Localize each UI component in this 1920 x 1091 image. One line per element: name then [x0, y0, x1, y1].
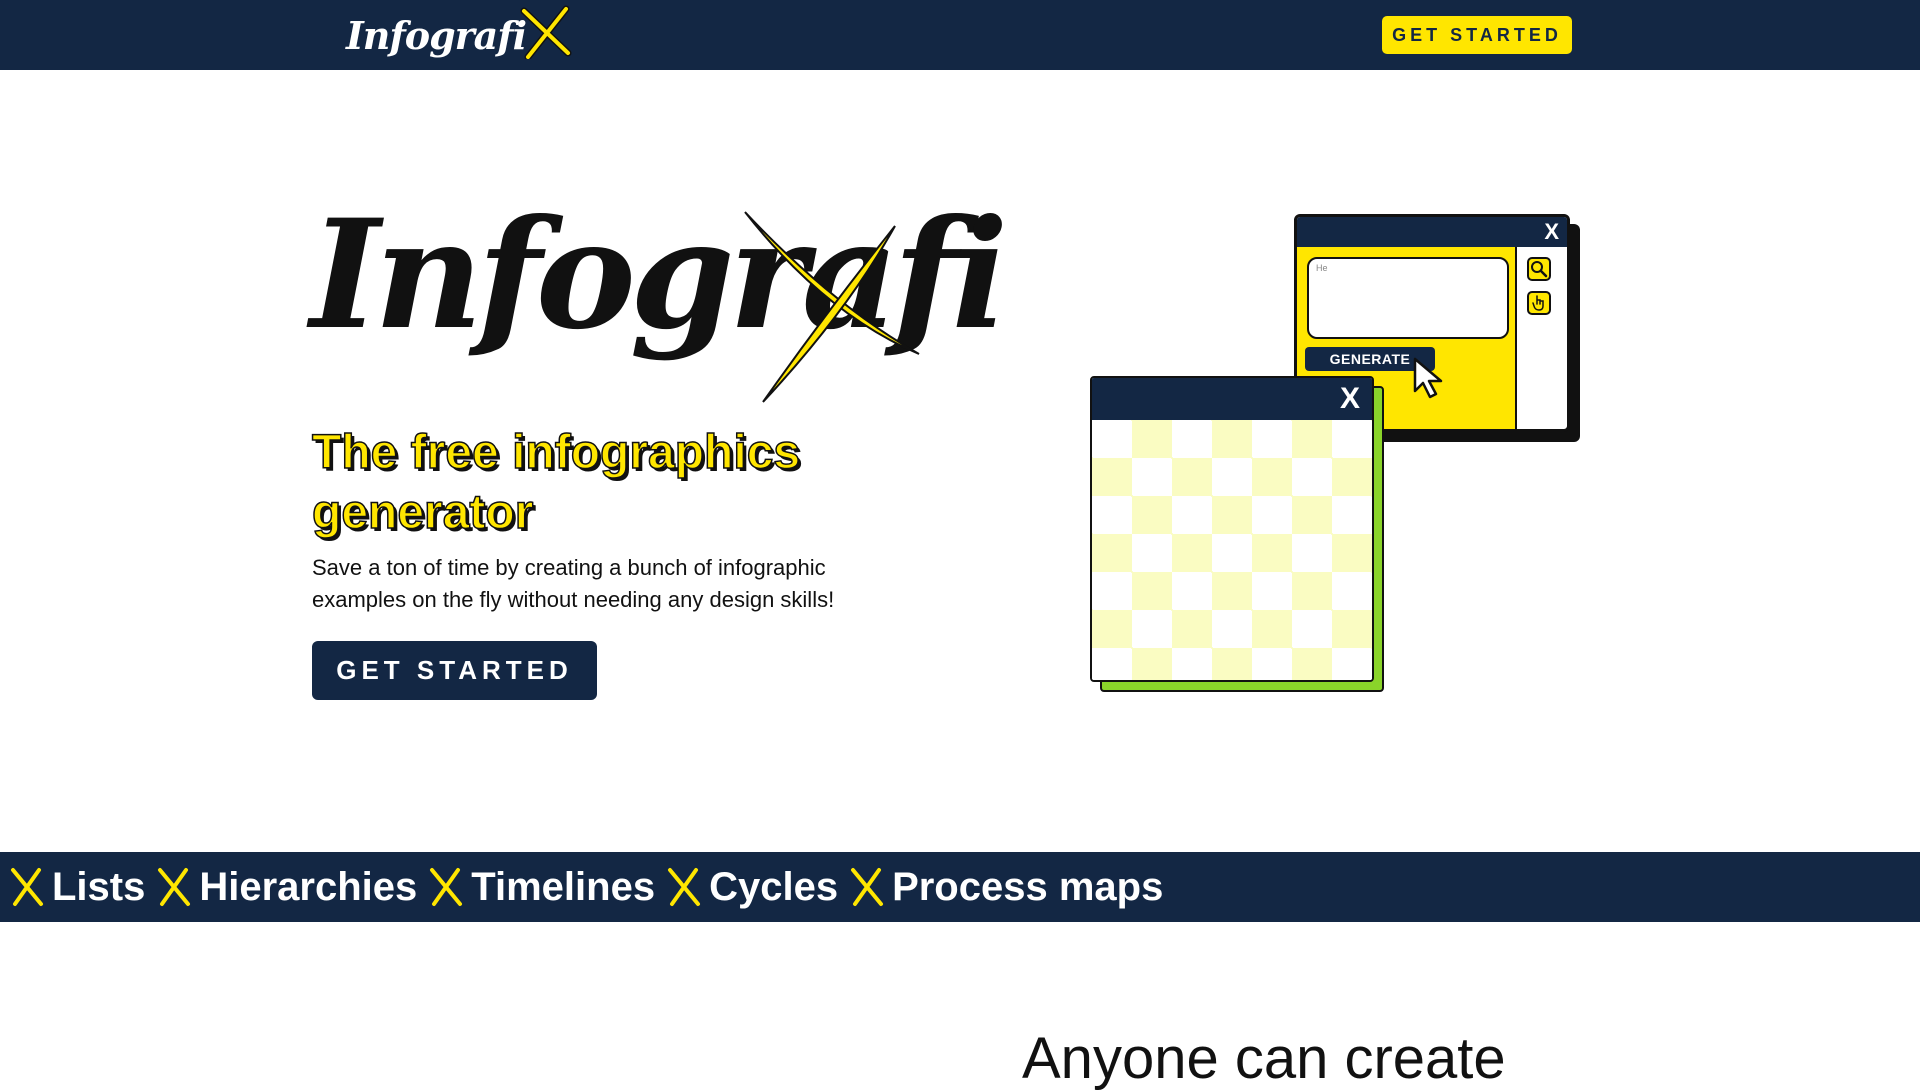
illustration-canvas-window: X	[1090, 376, 1384, 692]
strip-item-label: Timelines	[471, 864, 656, 909]
x-bullet-icon	[851, 868, 884, 906]
hero-logo-x-icon	[744, 211, 920, 403]
strip-item-label: Hierarchies	[199, 864, 418, 909]
nav-logo-text: Infografi	[346, 12, 527, 58]
hero-logo: Infografi	[310, 200, 1008, 415]
window-titlebar: X	[1092, 378, 1372, 420]
section-heading: Anyone can create	[1022, 1026, 1506, 1091]
close-icon: X	[1339, 382, 1360, 415]
hand-pointer-icon	[1527, 291, 1551, 315]
x-bullet-icon	[158, 868, 191, 906]
window-frame: X	[1090, 376, 1374, 682]
strip-item: Process maps	[850, 865, 1163, 910]
x-bullet-icon	[11, 868, 43, 906]
strip-item-label: Process maps	[892, 864, 1164, 909]
hero-get-started-button[interactable]: GET STARTED	[312, 641, 597, 700]
strip-item-label: Lists	[52, 864, 146, 909]
x-bullet-icon	[430, 868, 463, 906]
window-titlebar: X	[1297, 217, 1567, 247]
mouse-cursor-icon	[1413, 357, 1443, 399]
search-icon	[1527, 257, 1551, 281]
logo-x-icon	[520, 5, 572, 59]
hero-description: Save a ton of time by creating a bunch o…	[312, 555, 835, 612]
prompt-input: He	[1307, 257, 1509, 339]
strip-item: Timelines	[429, 865, 655, 910]
strip-item: Lists	[10, 865, 145, 910]
infographic-types-strip: Lists Hierarchies Timelines Cycles Proce…	[0, 852, 1920, 922]
top-navbar: Infografi GET STARTED	[0, 0, 1920, 70]
hero-tagline: The free infographics generator	[311, 425, 801, 540]
nav-logo[interactable]: Infografi	[346, 5, 572, 64]
nav-get-started-button[interactable]: GET STARTED	[1382, 16, 1572, 54]
close-icon: X	[1544, 219, 1559, 244]
x-bullet-icon	[668, 868, 701, 906]
strip-item: Cycles	[667, 865, 838, 910]
strip-item: Hierarchies	[157, 865, 417, 910]
transparent-canvas	[1092, 420, 1372, 680]
strip-item-label: Cycles	[709, 864, 839, 909]
